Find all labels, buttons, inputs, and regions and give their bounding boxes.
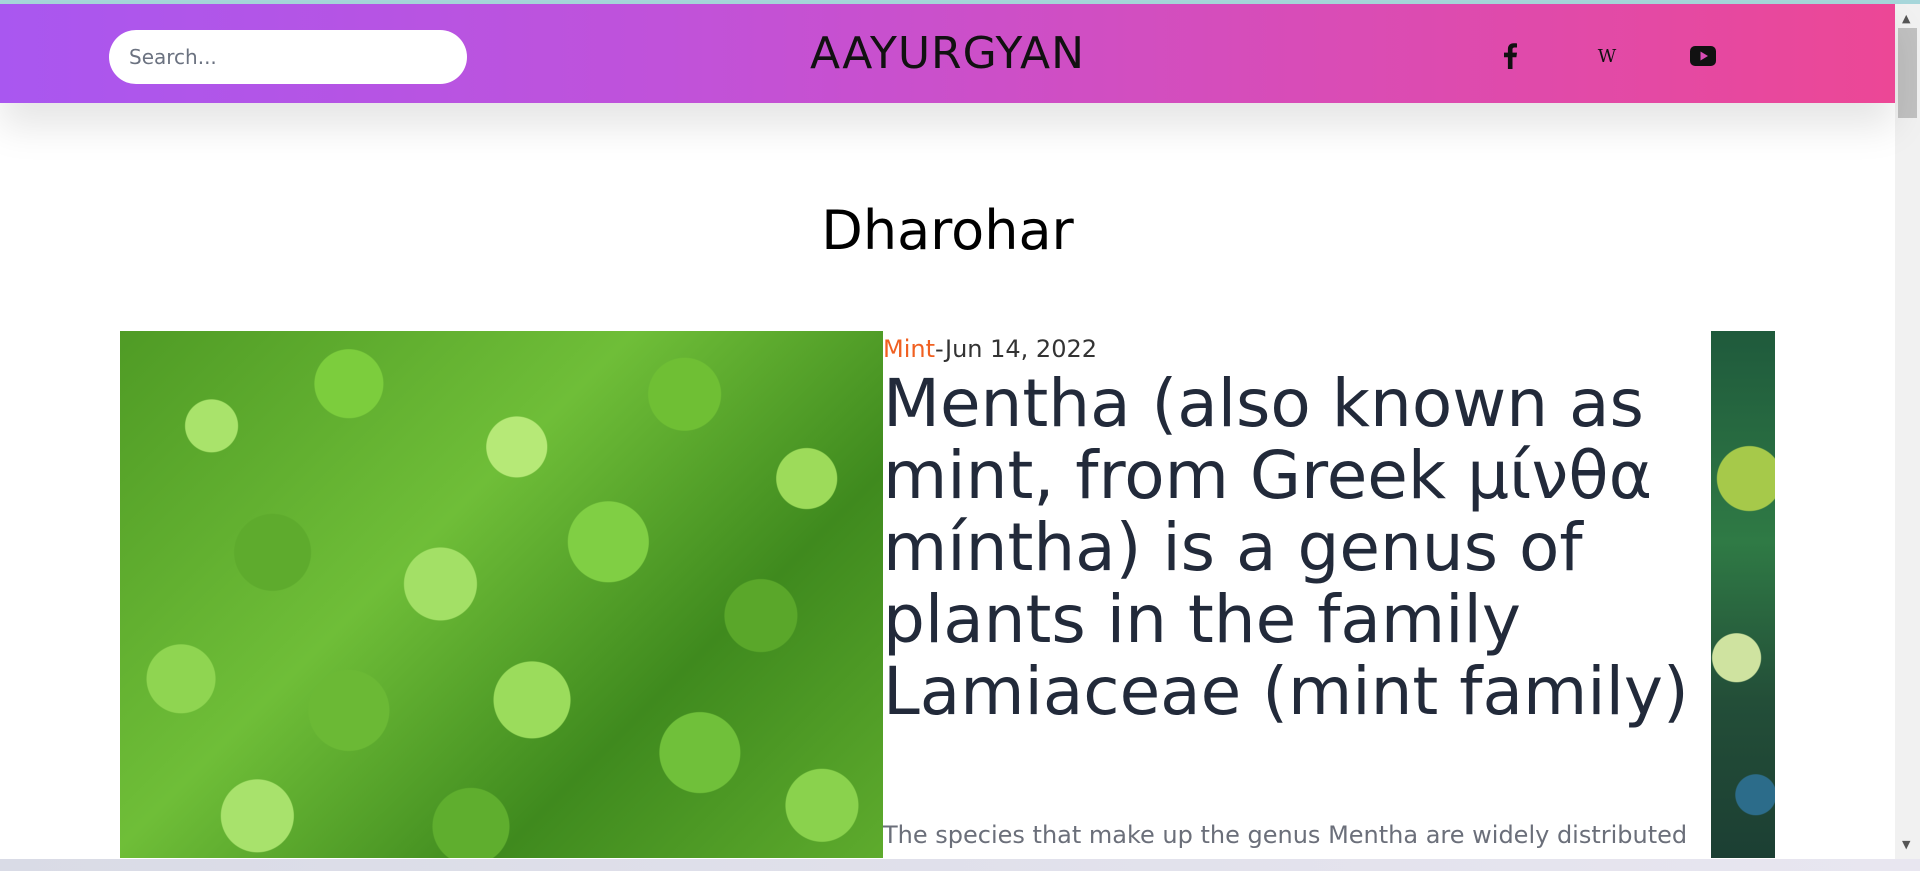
facebook-icon [1504, 43, 1517, 69]
page-heading: Dharohar [821, 199, 1074, 262]
next-article-image[interactable] [1711, 331, 1775, 858]
youtube-icon [1690, 46, 1716, 66]
wikipedia-link[interactable]: W [1587, 38, 1627, 74]
site-title[interactable]: AAYURGYAN [700, 26, 1195, 82]
wikipedia-icon: W [1597, 45, 1617, 67]
article-excerpt: The species that make up the genus Menth… [883, 821, 1688, 849]
meta-separator: - [935, 335, 945, 363]
facebook-link[interactable] [1490, 38, 1530, 74]
search-box[interactable] [109, 30, 467, 84]
search-input[interactable] [127, 44, 451, 70]
article-date: Jun 14, 2022 [945, 335, 1098, 363]
site-header: AAYURGYAN W [0, 4, 1895, 103]
article-title[interactable]: Mentha (also known as mint, from Greek μ… [883, 368, 1703, 728]
scrollbar-thumb[interactable] [1898, 28, 1917, 118]
article-category[interactable]: Mint [883, 335, 935, 363]
taskbar-strip [0, 859, 1920, 871]
article-meta: Mint-Jun 14, 2022 [883, 334, 1097, 364]
mint-article-image[interactable] [120, 331, 883, 858]
page-scrollbar[interactable] [1895, 4, 1920, 859]
youtube-link[interactable] [1683, 38, 1723, 74]
scroll-down-arrow-icon[interactable]: ▼ [1902, 838, 1910, 851]
scroll-up-arrow-icon[interactable]: ▲ [1902, 12, 1910, 25]
